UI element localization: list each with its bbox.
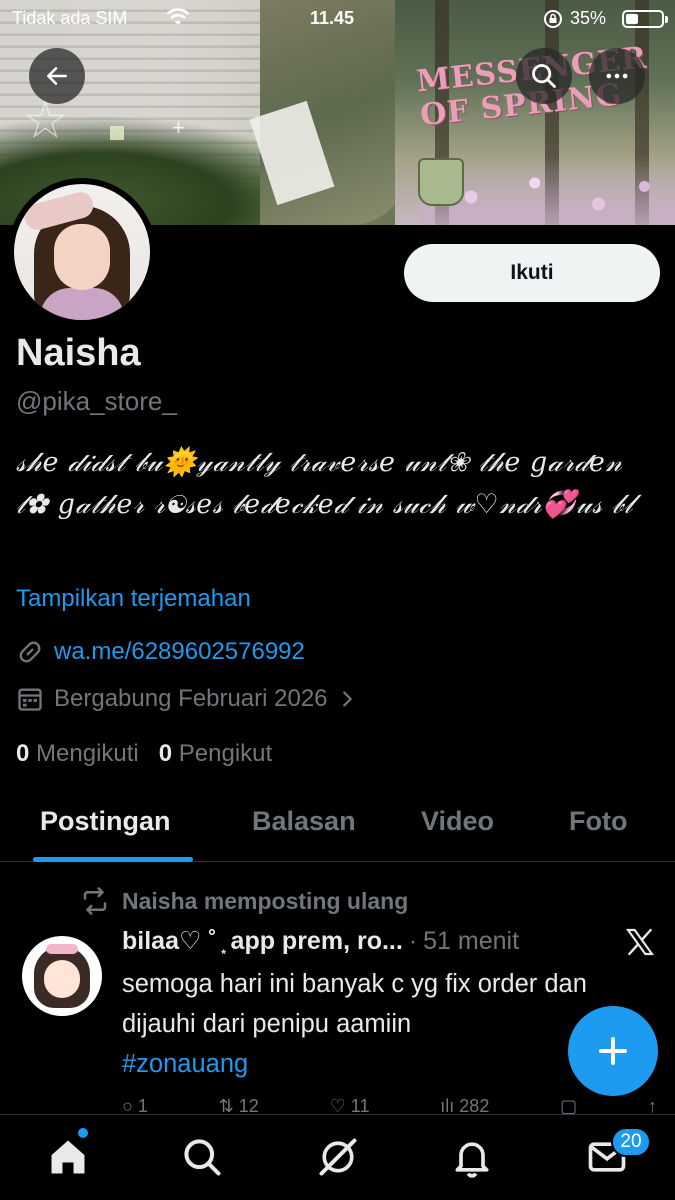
search-button[interactable]	[516, 48, 572, 104]
search-icon	[532, 64, 556, 88]
plus-icon	[599, 1037, 627, 1065]
wifi-icon	[166, 8, 190, 25]
like-count: 11	[350, 1096, 370, 1114]
share-action[interactable]: ↑	[648, 1096, 657, 1114]
profile-bio: 𝓈𝒽𝑒 𝒹𝒾𝒹𝓈𝓉 𝒷𝓊🌞𝓎𝒶𝓃𝓉𝓁𝓎 𝓉𝓇𝒶𝓋𝑒𝓇𝓈𝑒 𝓊𝓃𝓉❀ 𝓉𝒽𝑒 𝑔𝒶…	[16, 447, 634, 520]
battery-percent: 35%	[570, 8, 607, 28]
views-action[interactable]: ılı 282	[440, 1096, 489, 1114]
battery-fill	[626, 14, 638, 24]
post-author-avatar[interactable]	[22, 936, 102, 1016]
repost-action[interactable]: ⇅ 12	[219, 1096, 259, 1114]
arrow-left-icon	[47, 67, 67, 85]
tab-photos[interactable]: Foto	[569, 806, 627, 837]
tab-replies[interactable]: Balasan	[252, 806, 356, 837]
chevron-right-icon	[342, 691, 352, 707]
grok-icon[interactable]	[316, 1135, 360, 1179]
website-link[interactable]: wa.me/6289602576992	[54, 638, 305, 666]
home-icon[interactable]	[46, 1135, 90, 1179]
tab-video[interactable]: Video	[421, 806, 494, 837]
post-timestamp[interactable]: 51 menit	[423, 927, 519, 956]
repost-icon	[83, 887, 107, 915]
orientation-lock-icon	[544, 10, 562, 28]
status-bar: Tidak ada SIM 11.45 35%	[0, 0, 675, 38]
compose-button[interactable]	[568, 1006, 658, 1096]
repost-indicator[interactable]: Naisha memposting ulang	[80, 886, 408, 916]
search-nav-icon[interactable]	[180, 1135, 224, 1179]
notifications-icon[interactable]	[450, 1135, 494, 1179]
bookmark-action[interactable]: ▢	[560, 1096, 577, 1114]
username-handle: @pika_store_	[16, 386, 177, 416]
back-button[interactable]	[29, 48, 85, 104]
carrier-label: Tidak ada SIM	[12, 8, 128, 28]
square-decor	[110, 126, 124, 140]
followers-label: Pengikut	[178, 740, 273, 767]
post-text: semoga hari ini banyak c yg fix order da…	[122, 970, 587, 1038]
reply-action[interactable]: ○ 1	[122, 1096, 148, 1114]
profile-tabs: Postingan Balasan Video Foto	[0, 792, 675, 862]
join-date: Bergabung Februari 2026	[54, 685, 328, 712]
post-body[interactable]: semoga hari ini banyak c yg fix order da…	[122, 964, 622, 1084]
reply-count: 1	[137, 1096, 148, 1114]
more-horizontal-icon	[606, 73, 628, 79]
calendar-icon	[18, 688, 42, 711]
following-stat[interactable]: 0 Mengikuti	[16, 740, 139, 768]
post-header: bilaa♡ ˚ ͙ app prem, ro... · 51 menit	[122, 926, 519, 956]
profile-avatar[interactable]	[8, 178, 156, 326]
follow-button[interactable]: Ikuti	[404, 244, 660, 302]
avatar-photo	[14, 184, 150, 320]
repost-label: Naisha memposting ulang	[122, 887, 409, 914]
like-action[interactable]: ♡ 11	[330, 1096, 370, 1114]
website-link-row[interactable]: wa.me/6289602576992	[16, 638, 305, 666]
follow-stats: 0 Mengikuti 0 Pengikut	[16, 740, 272, 768]
post-separator: ·	[408, 926, 418, 955]
following-count: 0	[16, 740, 30, 767]
link-icon	[19, 641, 41, 663]
bottom-navigation	[0, 1114, 675, 1200]
battery-icon	[622, 10, 668, 28]
post-hashtag[interactable]: #zonauang	[122, 1044, 622, 1084]
repost-count: 12	[238, 1096, 259, 1114]
views-count: 282	[459, 1096, 490, 1114]
clock: 11.45	[310, 8, 355, 28]
join-date-row[interactable]: Bergabung Februari 2026	[16, 685, 358, 713]
messages-badge: 20	[611, 1127, 651, 1157]
post-author-name[interactable]: bilaa♡ ˚ ͙ app prem, ro...	[122, 926, 403, 956]
followers-stat[interactable]: 0 Pengikut	[159, 740, 272, 768]
x-logo-icon	[625, 928, 655, 956]
followers-count: 0	[158, 740, 173, 767]
following-label: Mengikuti	[36, 740, 139, 767]
more-options-button[interactable]	[589, 48, 645, 104]
active-tab-indicator	[33, 857, 193, 862]
post-actions: ○ 1 ⇅ 12 ♡ 11 ılı 282 ▢ ↑	[122, 1096, 657, 1114]
translate-bio-link[interactable]: Tampilkan terjemahan	[16, 585, 251, 613]
tab-posts[interactable]: Postingan	[40, 806, 171, 837]
banner-cup-decor	[418, 158, 464, 206]
display-name: Naisha	[16, 332, 141, 374]
home-unread-dot	[78, 1128, 88, 1138]
plus-decor-icon: +	[172, 115, 185, 140]
